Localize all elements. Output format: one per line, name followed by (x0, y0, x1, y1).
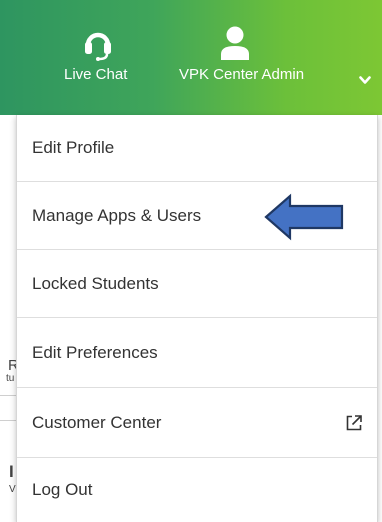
menu-item-label: Customer Center (32, 412, 162, 432)
background-text: tu (6, 373, 15, 384)
live-chat-label: Live Chat (64, 66, 128, 83)
background-text: I (9, 462, 14, 481)
user-icon (216, 24, 254, 67)
menu-item-edit-preferences[interactable]: Edit Preferences (17, 318, 377, 388)
background-divider (0, 420, 16, 421)
menu-item-label: Locked Students (32, 273, 159, 293)
menu-item-edit-profile[interactable]: Edit Profile (17, 115, 377, 182)
user-dropdown-menu: Edit Profile Manage Apps & Users Locked … (16, 115, 378, 522)
user-name-label: VPK Center Admin (179, 66, 305, 83)
menu-item-label: Manage Apps & Users (32, 205, 202, 225)
menu-item-label: Log Out (32, 480, 93, 499)
chevron-down-icon (359, 72, 371, 90)
menu-item-log-out[interactable]: Log Out (17, 458, 377, 522)
external-link-icon (345, 414, 363, 437)
user-menu-button[interactable]: VPK Center Admin (166, 0, 382, 115)
menu-item-label: Edit Profile (32, 138, 115, 157)
top-header: Live Chat VPK Center Admin (0, 0, 382, 115)
headset-icon (80, 24, 116, 67)
live-chat-button[interactable]: Live Chat (60, 0, 150, 115)
background-divider (0, 395, 16, 396)
menu-item-customer-center[interactable]: Customer Center (17, 388, 377, 458)
left-arrow-icon (264, 193, 346, 246)
menu-item-label: Edit Preferences (32, 342, 158, 362)
menu-item-locked-students[interactable]: Locked Students (17, 250, 377, 318)
background-text: V (9, 484, 16, 495)
